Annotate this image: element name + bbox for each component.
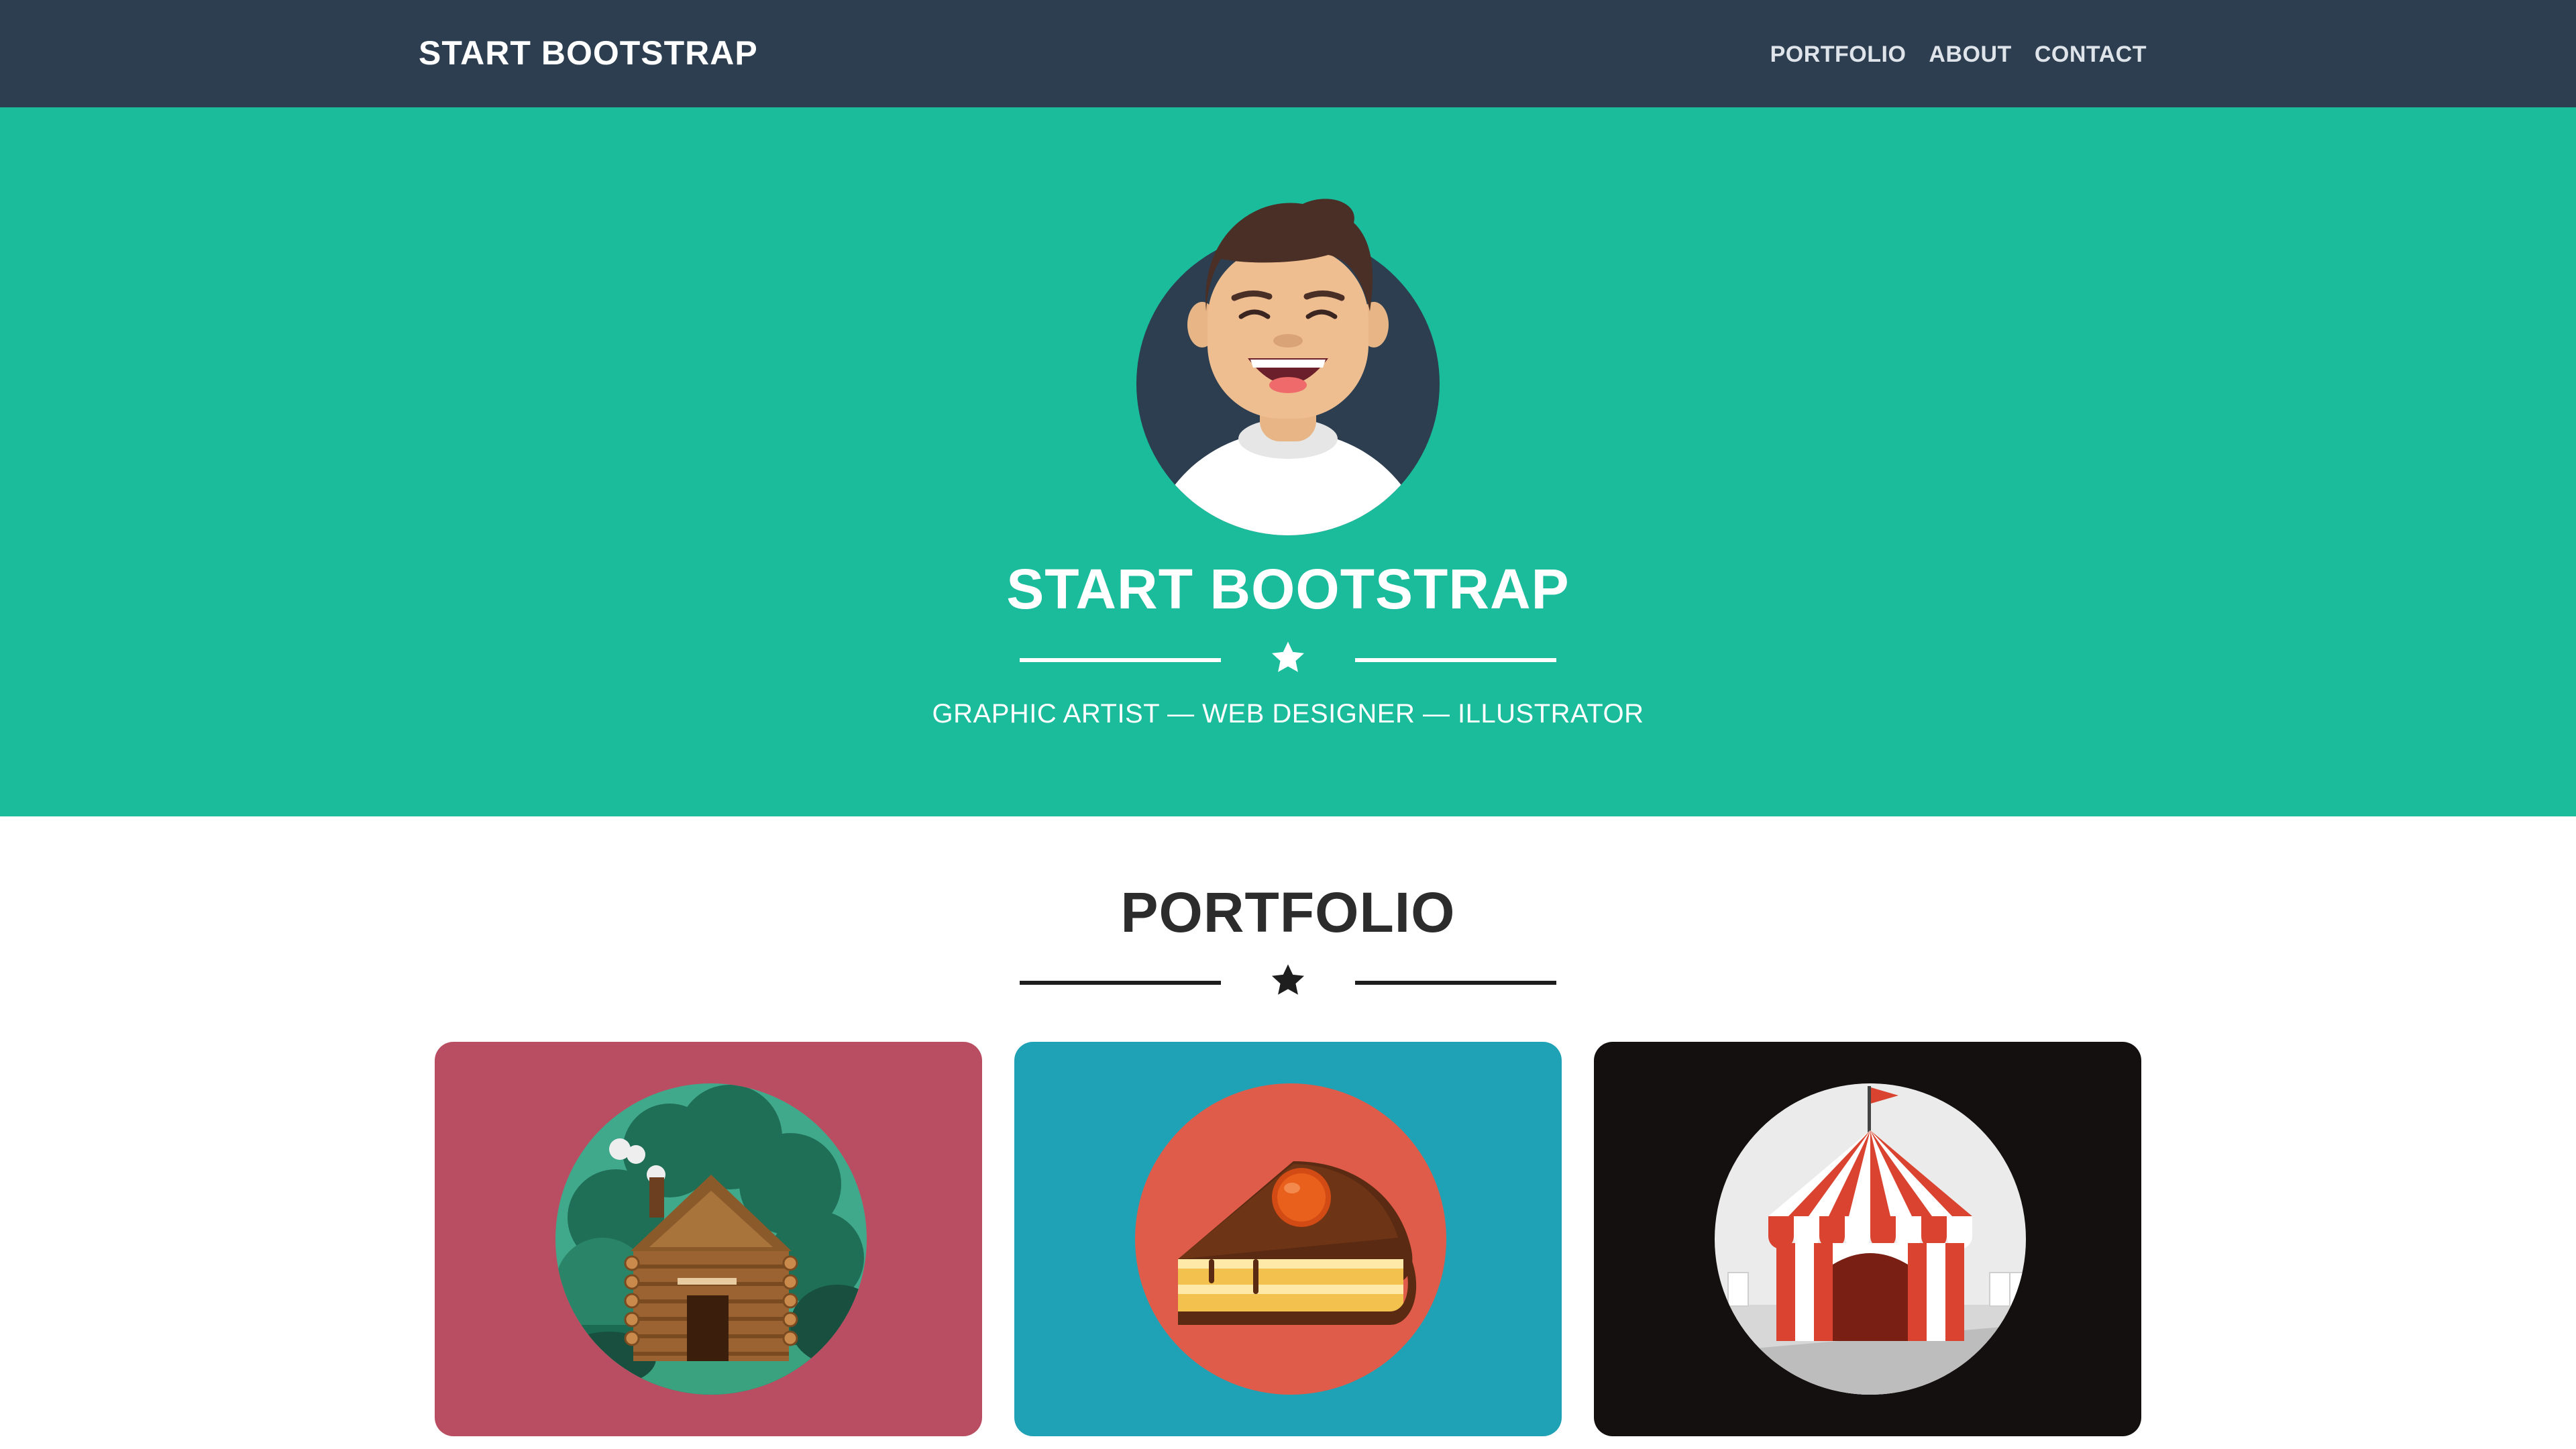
cabin-icon bbox=[555, 1083, 867, 1395]
portfolio-title: PORTFOLIO bbox=[1120, 881, 1456, 944]
nav-links: PORTFOLIO ABOUT CONTACT bbox=[1748, 42, 2147, 68]
nav-link-contact[interactable]: CONTACT bbox=[2035, 42, 2147, 68]
navbar: START BOOTSTRAP PORTFOLIO ABOUT CONTACT bbox=[0, 0, 2576, 107]
portfolio-item-cake[interactable] bbox=[1014, 1042, 1562, 1436]
star-icon bbox=[1271, 964, 1305, 995]
cake-icon bbox=[1135, 1083, 1446, 1395]
nav-link-portfolio[interactable]: PORTFOLIO bbox=[1770, 42, 1907, 68]
portfolio-divider bbox=[1020, 962, 1556, 1002]
portfolio-item-cabin[interactable] bbox=[435, 1042, 982, 1436]
divider-line-right bbox=[1355, 981, 1556, 985]
hero-subtitle: GRAPHIC ARTIST — WEB DESIGNER — ILLUSTRA… bbox=[932, 699, 1644, 729]
circus-tent-icon bbox=[1715, 1083, 2026, 1395]
hero-section: START BOOTSTRAP GRAPHIC ARTIST — WEB DES… bbox=[0, 107, 2576, 816]
hero-divider bbox=[1020, 639, 1556, 680]
divider-line-left bbox=[1020, 981, 1221, 985]
portfolio-item-circus-tent[interactable] bbox=[1594, 1042, 2141, 1436]
nav-link-about[interactable]: ABOUT bbox=[1929, 42, 2011, 68]
divider-line-left bbox=[1020, 658, 1221, 662]
brand-link[interactable]: START BOOTSTRAP bbox=[419, 34, 758, 72]
star-icon bbox=[1271, 641, 1305, 672]
avatar bbox=[1136, 199, 1440, 535]
divider-line-right bbox=[1355, 658, 1556, 662]
hero-title: START BOOTSTRAP bbox=[1006, 557, 1570, 621]
